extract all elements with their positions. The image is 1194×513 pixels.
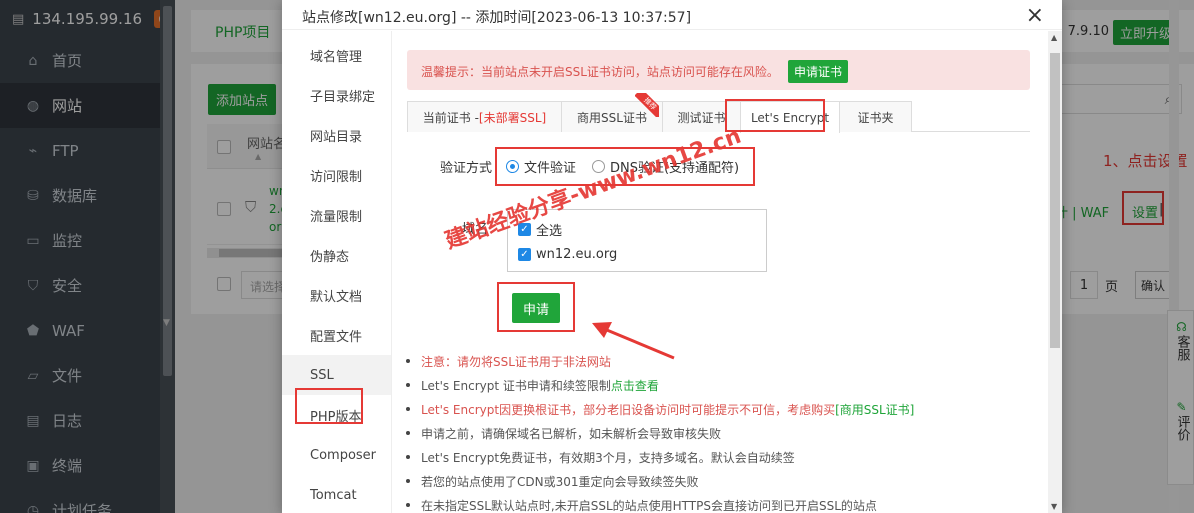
nav-access-limit[interactable]: 访问限制 [282,155,391,195]
note-text: Let's Encrypt免费证书，有效期3个月，支持多域名。默认会自动续签 [421,450,795,465]
annotation-arrow-icon [592,322,675,360]
nav-traffic-limit[interactable]: 流量限制 [282,195,391,235]
note-text: 在未指定SSL默认站点时,未开启SSL的站点使用HTTPS会直接访问到已开启SS… [421,498,877,513]
recommend-ribbon: 推荐 [635,93,659,117]
list-item: 申请之前，请确保域名已解析，如未解析会导致审核失败 [406,421,1036,445]
note-text: Let's Encrypt 证书申请和续签限制 [421,378,611,393]
verify-method-label: 验证方式 [440,161,493,176]
list-item: 若您的站点使用了CDN或301重定向会导致续签失败 [406,469,1036,493]
app-root: ▤ 134.195.99.16 0 ⌂首页 ◍网站 ⌁FTP ⛁数据库 ▭监控 … [0,0,1194,513]
nav-default-doc[interactable]: 默认文档 [282,275,391,315]
nav-tomcat[interactable]: Tomcat [282,475,391,513]
scroll-down-icon[interactable]: ▼ [1051,502,1057,511]
list-item: 注意：请勿将SSL证书用于非法网站 [406,349,1036,373]
ssl-panel: 温馨提示：当前站点未开启SSL证书访问，站点访问可能存在风险。 申请证书 当前证… [392,31,1048,513]
ssl-warning-banner: 温馨提示：当前站点未开启SSL证书访问，站点访问可能存在风险。 申请证书 [407,50,1030,90]
note-text: Let's Encrypt因更换根证书，部分老旧设备访问时可能提示不可信，考虑购… [421,402,836,417]
checkbox-label: wn12.eu.org [536,247,618,262]
note-text: 申请之前，请确保域名已解析，如未解析会导致审核失败 [421,426,722,441]
nav-composer[interactable]: Composer [282,435,391,475]
nav-rewrite[interactable]: 伪静态 [282,235,391,275]
list-item: Let's Encrypt因更换根证书，部分老旧设备访问时可能提示不可信，考虑购… [406,397,1036,421]
radio-file-verify[interactable]: 文件验证 [506,157,576,176]
ribbon-label: 推荐 [635,93,659,117]
tab-cert-folder[interactable]: 证书夹 [839,101,912,132]
list-item: Let's Encrypt 证书申请和续签限制 点击查看 [406,373,1036,397]
modal-header: 站点修改[wn12.eu.org] -- 添加时间[2023-06-13 10:… [282,0,1062,30]
ssl-notes: 注意：请勿将SSL证书用于非法网站 Let's Encrypt 证书申请和续签限… [406,349,1036,513]
list-item: Let's Encrypt免费证书，有效期3个月，支持多域名。默认会自动续签 [406,445,1036,469]
scroll-up-icon[interactable]: ▲ [1051,33,1057,42]
warning-text: 温馨提示：当前站点未开启SSL证书访问，站点访问可能存在风险。 [421,65,779,79]
tab-current-cert[interactable]: 当前证书 - [未部署SSL] [407,101,562,132]
nav-site-directory[interactable]: 网站目录 [282,115,391,155]
checkbox-checked-icon[interactable]: ✓ [518,248,531,261]
apply-button[interactable]: 申请 [512,293,560,323]
radio-label: 文件验证 [524,161,577,176]
apply-cert-button[interactable]: 申请证书 [788,60,849,83]
cert-status: [未部署SSL] [478,110,547,125]
site-edit-modal: 站点修改[wn12.eu.org] -- 添加时间[2023-06-13 10:… [282,0,1062,513]
note-text: 注意：请勿将SSL证书用于非法网站 [421,354,611,369]
nav-config-file[interactable]: 配置文件 [282,315,391,355]
note-text: 若您的站点使用了CDN或301重定向会导致续签失败 [421,474,699,489]
scrollbar-thumb[interactable] [1050,53,1060,348]
modal-scrollbar[interactable]: ▲ ▼ [1048,31,1062,513]
checkbox-domain[interactable]: ✓ wn12.eu.org [518,247,617,262]
modal-nav: 域名管理 子目录绑定 网站目录 访问限制 流量限制 伪静态 默认文档 配置文件 … [282,31,392,513]
nav-subdir-binding[interactable]: 子目录绑定 [282,75,391,115]
commercial-ssl-link[interactable]: [商用SSL证书] [835,401,914,418]
annotation-highlight-box [295,388,363,424]
nav-domain-management[interactable]: 域名管理 [282,35,391,75]
checkbox-label: 全选 [536,224,563,239]
annotation-highlight-box [725,99,825,132]
close-icon[interactable]: × [1026,3,1044,28]
list-item: 在未指定SSL默认站点时,未开启SSL的站点使用HTTPS会直接访问到已开启SS… [406,493,1036,513]
view-limits-link[interactable]: 点击查看 [611,377,659,394]
radio-selected-icon[interactable] [506,160,519,173]
tab-label: 证书夹 [857,110,894,125]
modal-title: 站点修改[wn12.eu.org] -- 添加时间[2023-06-13 10:… [302,10,692,26]
tab-label: 当前证书 - [422,110,479,125]
